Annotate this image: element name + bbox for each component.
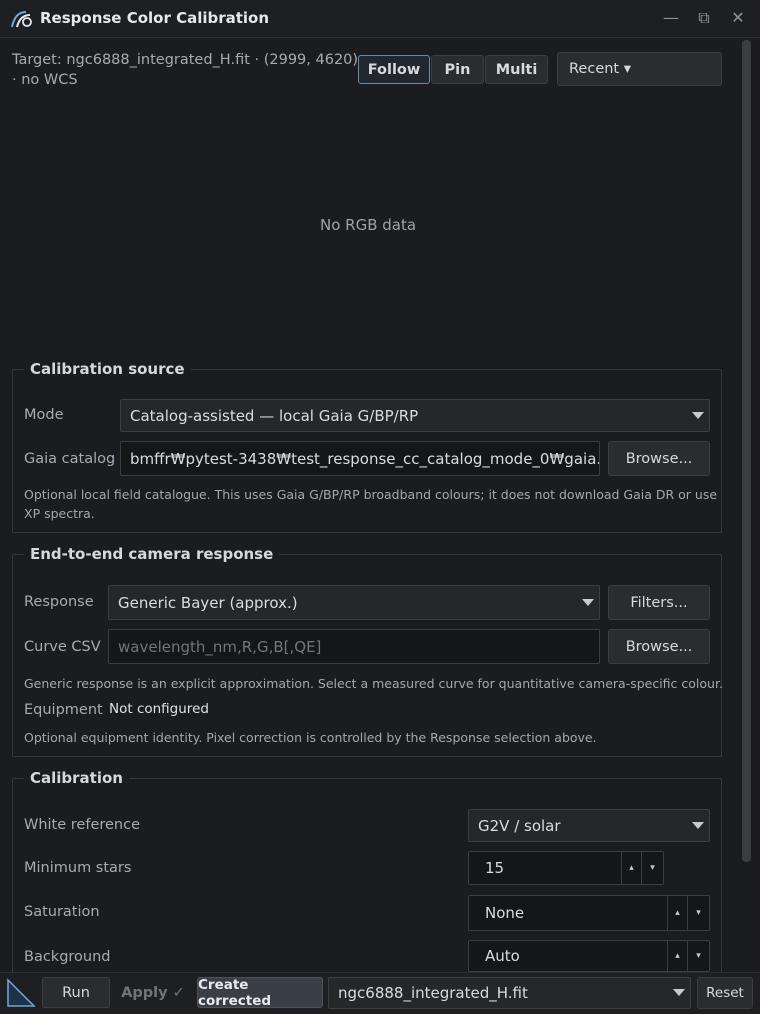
plot-empty-message: No RGB data — [320, 216, 417, 234]
chevron-down-icon — [692, 411, 704, 419]
saturation-value: None — [485, 904, 525, 922]
response-select-value: Generic Bayer (approx.) — [118, 593, 298, 612]
spin-down-icon[interactable]: ▾ — [641, 852, 663, 884]
app-logo-icon — [11, 11, 32, 28]
curve-csv-browse-button[interactable]: Browse... — [608, 629, 710, 664]
close-icon[interactable]: ✕ — [727, 8, 749, 28]
spin-up-icon[interactable]: ▴ — [621, 852, 641, 884]
target-wcs-status: · no WCS — [12, 72, 78, 88]
spin-up-icon[interactable]: ▴ — [667, 941, 687, 971]
minimum-stars-label: Minimum stars — [24, 860, 132, 876]
multi-button[interactable]: Multi — [485, 55, 548, 84]
white-reference-label: White reference — [24, 817, 141, 833]
gaia-catalog-label: Gaia catalog — [24, 451, 116, 467]
gaia-catalog-browse-button[interactable]: Browse... — [608, 441, 710, 476]
follow-button[interactable]: Follow — [358, 55, 430, 84]
response-hint: Generic response is an explicit approxim… — [24, 676, 723, 691]
spin-up-icon[interactable]: ▴ — [667, 896, 687, 930]
target-info: Target: ngc6888_integrated_H.fit · (2999… — [12, 52, 359, 68]
scrollbar-thumb[interactable] — [742, 40, 751, 862]
pin-button[interactable]: Pin — [431, 55, 484, 84]
saturation-label: Saturation — [24, 904, 100, 920]
mode-select[interactable]: Catalog-assisted — local Gaia G/BP/RP — [120, 399, 710, 432]
minimum-stars-value: 15 — [485, 859, 505, 877]
mode-select-value: Catalog-assisted — local Gaia G/BP/RP — [130, 406, 419, 425]
white-reference-value: G2V / solar — [478, 816, 561, 835]
title-bar: Response Color Calibration — ⧉ ✕ — [0, 0, 760, 38]
window-title: Response Color Calibration — [40, 9, 270, 27]
calibration-source-title: Calibration source — [24, 360, 191, 378]
white-reference-select[interactable]: G2V / solar — [468, 809, 710, 842]
mode-label: Mode — [24, 407, 64, 423]
calibration-source-hint-line1: Optional local field catalogue. This use… — [24, 487, 718, 502]
chevron-down-icon — [673, 989, 685, 996]
calibration-title: Calibration — [24, 769, 129, 787]
response-select[interactable]: Generic Bayer (approx.) — [108, 585, 600, 620]
filters-button[interactable]: Filters... — [608, 585, 710, 620]
equipment-label: Equipment — [24, 702, 103, 718]
background-spinbox[interactable]: Auto ▴ ▾ — [468, 940, 710, 972]
response-label: Response — [24, 594, 94, 610]
create-corrected-button[interactable]: Create corrected — [197, 977, 323, 1009]
equipment-hint: Optional equipment identity. Pixel corre… — [24, 730, 597, 745]
saturation-spinbox[interactable]: None ▴ ▾ — [468, 895, 710, 931]
image-select[interactable]: ngc6888_integrated_H.fit — [328, 977, 691, 1009]
background-label: Background — [24, 949, 111, 965]
minimize-icon[interactable]: — — [660, 8, 682, 28]
spin-down-icon[interactable]: ▾ — [687, 941, 709, 971]
gaia-catalog-input[interactable]: bmffr₩pytest-3438₩test_response_cc_catal… — [120, 441, 600, 476]
camera-response-title: End-to-end camera response — [24, 545, 280, 563]
panel-corner-icon[interactable] — [6, 978, 36, 1008]
equipment-value: Not configured — [109, 701, 209, 717]
apply-button[interactable]: Apply ✓ — [115, 977, 191, 1008]
curve-csv-input[interactable] — [108, 629, 600, 664]
spin-down-icon[interactable]: ▾ — [687, 896, 709, 930]
calibration-source-hint-line2: XP spectra. — [24, 506, 95, 521]
chevron-down-icon — [582, 598, 594, 606]
reset-button[interactable]: Reset — [697, 977, 753, 1009]
run-button[interactable]: Run — [42, 977, 110, 1008]
float-window-icon[interactable]: ⧉ — [693, 8, 715, 28]
recent-dropdown[interactable]: Recent ▾ — [557, 52, 722, 86]
curve-csv-label: Curve CSV — [24, 639, 101, 655]
chevron-down-icon — [692, 821, 704, 829]
minimum-stars-spinbox[interactable]: 15 ▴ ▾ — [468, 851, 664, 885]
background-value: Auto — [485, 947, 520, 965]
image-select-value: ngc6888_integrated_H.fit — [338, 984, 528, 1002]
